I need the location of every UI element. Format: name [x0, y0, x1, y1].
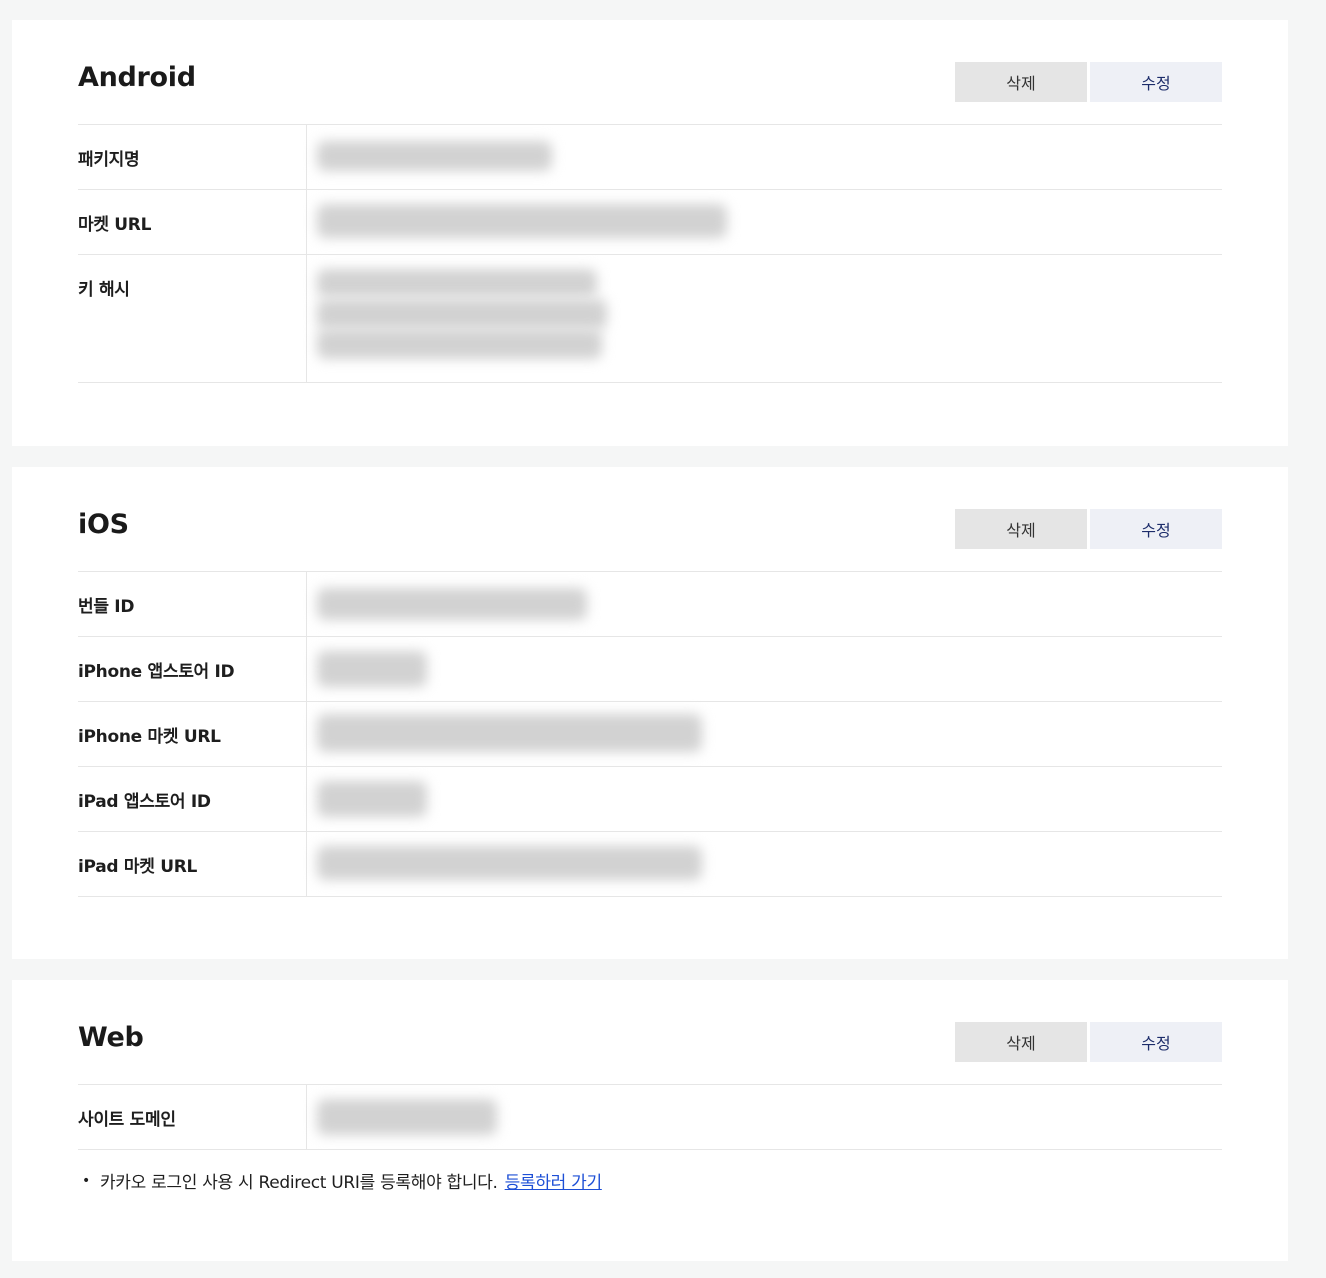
web-delete-button[interactable]: 삭제 [955, 1022, 1087, 1062]
redirect-uri-note-text: 카카오 로그인 사용 시 Redirect URI를 등록해야 합니다. [99, 1173, 498, 1193]
ios-panel-header: iOS 삭제 수정 [78, 467, 1222, 571]
table-row: iPhone 마켓 URL [78, 702, 1222, 767]
android-edit-button[interactable]: 수정 [1090, 62, 1222, 102]
iphone-appstore-id-label: iPhone 앱스토어 ID [78, 637, 307, 701]
table-row: iPad 마켓 URL [78, 832, 1222, 897]
android-info-table: 패키지명 마켓 URL 키 해시 [78, 124, 1222, 383]
register-redirect-uri-link[interactable]: 등록하러 가기 [505, 1168, 602, 1193]
android-panel-title: Android [78, 62, 196, 93]
redirect-uri-note: • 카카오 로그인 사용 시 Redirect URI를 등록해야 합니다. 등… [78, 1168, 1222, 1194]
web-info-table: 사이트 도메인 [78, 1084, 1222, 1150]
android-platform-panel: Android 삭제 수정 패키지명 마켓 URL 키 해시 [12, 20, 1288, 446]
ios-button-group: 삭제 수정 [955, 509, 1222, 549]
iphone-market-url-value-redacted [307, 702, 1222, 766]
ipad-appstore-id-label: iPad 앱스토어 ID [78, 767, 307, 831]
ipad-market-url-label: iPad 마켓 URL [78, 832, 307, 896]
ios-info-table: 번들 ID iPhone 앱스토어 ID iPhone 마켓 URL iPad … [78, 571, 1222, 897]
table-row: iPad 앱스토어 ID [78, 767, 1222, 832]
key-hash-value-redacted [307, 255, 1222, 382]
package-name-label: 패키지명 [78, 125, 307, 189]
bundle-id-label: 번들 ID [78, 572, 307, 636]
iphone-market-url-label: iPhone 마켓 URL [78, 702, 307, 766]
key-hash-label: 키 해시 [78, 255, 307, 382]
android-button-group: 삭제 수정 [955, 62, 1222, 102]
web-edit-button[interactable]: 수정 [1090, 1022, 1222, 1062]
ios-delete-button[interactable]: 삭제 [955, 509, 1087, 549]
table-row: 키 해시 [78, 255, 1222, 383]
table-row: 사이트 도메인 [78, 1085, 1222, 1150]
ios-panel-title: iOS [78, 509, 129, 540]
site-domain-value-redacted [307, 1085, 1222, 1149]
site-domain-label: 사이트 도메인 [78, 1085, 307, 1149]
table-row: 마켓 URL [78, 190, 1222, 255]
web-platform-panel: Web 삭제 수정 사이트 도메인 • 카카오 로그인 사용 시 Redirec… [12, 980, 1288, 1261]
market-url-value-redacted [307, 190, 1222, 254]
bullet-icon: • [82, 1172, 90, 1189]
table-row: 패키지명 [78, 125, 1222, 190]
table-row: iPhone 앱스토어 ID [78, 637, 1222, 702]
ios-edit-button[interactable]: 수정 [1090, 509, 1222, 549]
web-panel-header: Web 삭제 수정 [78, 980, 1222, 1084]
table-row: 번들 ID [78, 572, 1222, 637]
web-button-group: 삭제 수정 [955, 1022, 1222, 1062]
market-url-label: 마켓 URL [78, 190, 307, 254]
ios-platform-panel: iOS 삭제 수정 번들 ID iPhone 앱스토어 ID iPhone 마켓… [12, 467, 1288, 959]
android-panel-header: Android 삭제 수정 [78, 20, 1222, 124]
ipad-market-url-value-redacted [307, 832, 1222, 896]
ipad-appstore-id-value-redacted [307, 767, 1222, 831]
iphone-appstore-id-value-redacted [307, 637, 1222, 701]
android-delete-button[interactable]: 삭제 [955, 62, 1087, 102]
package-name-value-redacted [307, 125, 1222, 189]
web-panel-title: Web [78, 1022, 144, 1053]
bundle-id-value-redacted [307, 572, 1222, 636]
